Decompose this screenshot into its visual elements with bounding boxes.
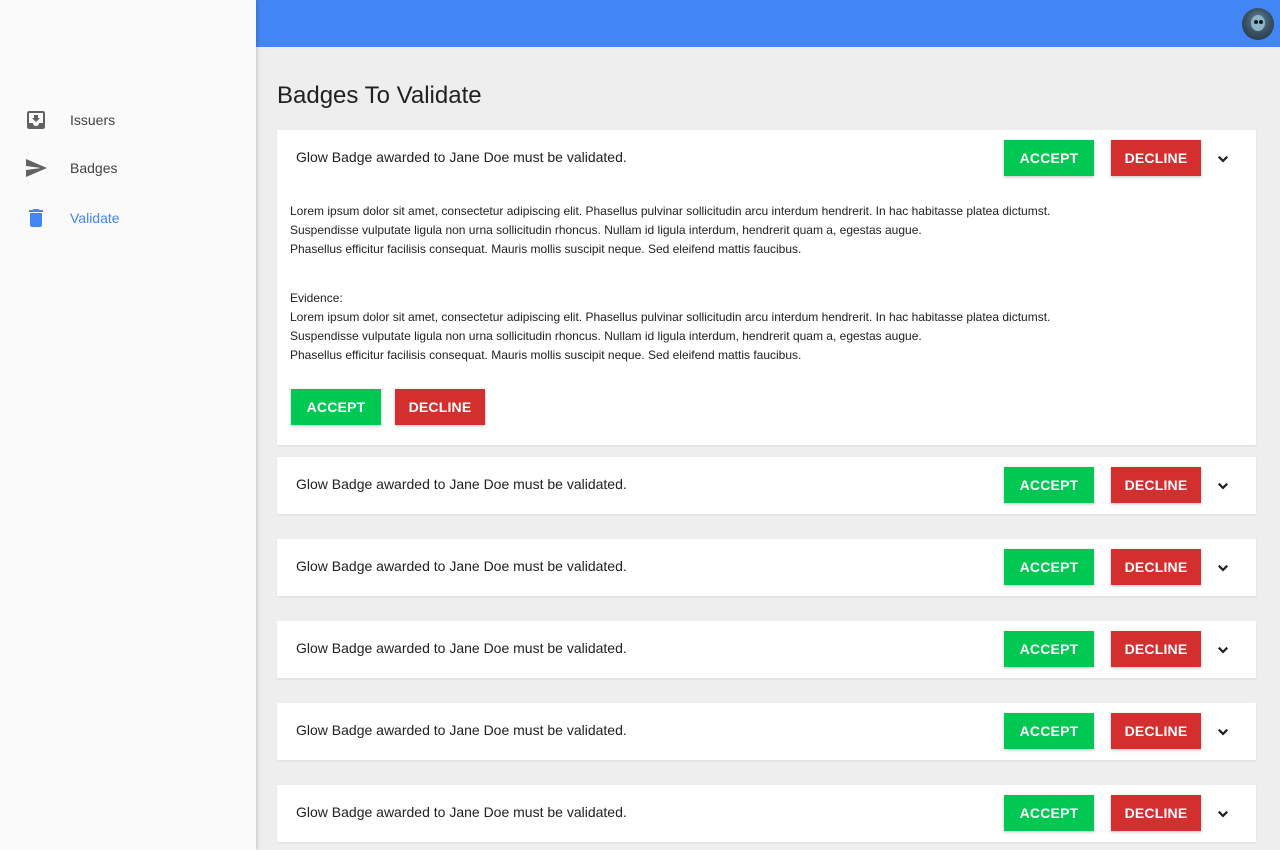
sidebar-item-badges[interactable]: Badges [0,144,256,192]
card-header[interactable]: Glow Badge awarded to Jane Doe must be v… [277,703,1256,760]
evidence-section: Evidence: Lorem ipsum dolor sit amet, co… [290,289,1243,365]
card-title: Glow Badge awarded to Jane Doe must be v… [296,640,627,656]
card-title: Glow Badge awarded to Jane Doe must be v… [296,722,627,738]
card-title: Glow Badge awarded to Jane Doe must be v… [296,804,627,820]
card-body-actions: ACCEPT DECLINE [290,389,1243,425]
chevron-down-icon[interactable] [1214,641,1232,659]
sidebar-item-validate[interactable]: Validate [0,194,256,242]
card-body: Lorem ipsum dolor sit amet, consectetur … [277,187,1256,445]
card-title: Glow Badge awarded to Jane Doe must be v… [296,476,627,492]
accept-button[interactable]: ACCEPT [1004,631,1094,667]
sidebar-item-issuers[interactable]: Issuers [0,96,256,144]
card-header[interactable]: Glow Badge awarded to Jane Doe must be v… [277,785,1256,842]
sidebar-item-label: Issuers [70,112,116,128]
sidebar-item-label: Validate [70,210,120,226]
card-header[interactable]: Glow Badge awarded to Jane Doe must be v… [277,621,1256,678]
decline-button[interactable]: DECLINE [1111,549,1201,585]
accept-button[interactable]: ACCEPT [1004,713,1094,749]
trash-icon [24,206,48,230]
chevron-down-icon[interactable] [1214,477,1232,495]
validation-card: Glow Badge awarded to Jane Doe must be v… [277,457,1256,514]
accept-button[interactable]: ACCEPT [1004,795,1094,831]
avatar-eye [1254,20,1258,24]
avatar-eye [1259,20,1263,24]
accept-button[interactable]: ACCEPT [1004,549,1094,585]
card-header[interactable]: Glow Badge awarded to Jane Doe must be v… [277,539,1256,596]
inbox-download-icon [24,108,48,132]
main-content: Badges To Validate Glow Badge awarded to… [277,47,1256,842]
top-app-bar [256,0,1280,47]
accept-button[interactable]: ACCEPT [1004,140,1094,176]
chevron-down-icon[interactable] [1214,150,1232,168]
card-title: Glow Badge awarded to Jane Doe must be v… [296,558,627,574]
card-header[interactable]: Glow Badge awarded to Jane Doe must be v… [277,130,1256,187]
decline-button[interactable]: DECLINE [1111,631,1201,667]
badge-description: Lorem ipsum dolor sit amet, consectetur … [290,204,1051,256]
sidebar-nav: Issuers Badges Validate [0,96,256,242]
card-title: Glow Badge awarded to Jane Doe must be v… [296,149,627,165]
decline-button[interactable]: DECLINE [1111,713,1201,749]
decline-button[interactable]: DECLINE [1111,795,1201,831]
validation-card: Glow Badge awarded to Jane Doe must be v… [277,130,1256,445]
validation-card: Glow Badge awarded to Jane Doe must be v… [277,621,1256,678]
decline-button[interactable]: DECLINE [1111,140,1201,176]
sidebar: Issuers Badges Validate [0,0,256,850]
decline-button[interactable]: DECLINE [395,389,485,425]
accept-button[interactable]: ACCEPT [291,389,381,425]
validation-card: Glow Badge awarded to Jane Doe must be v… [277,785,1256,842]
sidebar-item-label: Badges [70,160,118,176]
evidence-text: Lorem ipsum dolor sit amet, consectetur … [290,310,1051,362]
chevron-down-icon[interactable] [1214,805,1232,823]
decline-button[interactable]: DECLINE [1111,467,1201,503]
page-title: Badges To Validate [277,82,482,109]
chevron-down-icon[interactable] [1214,723,1232,741]
validation-card: Glow Badge awarded to Jane Doe must be v… [277,539,1256,596]
validation-card: Glow Badge awarded to Jane Doe must be v… [277,703,1256,760]
chevron-down-icon[interactable] [1214,559,1232,577]
evidence-label: Evidence: [290,291,343,305]
avatar[interactable] [1242,8,1274,40]
avatar-face [1251,15,1265,31]
card-header[interactable]: Glow Badge awarded to Jane Doe must be v… [277,457,1256,514]
send-icon [24,156,48,180]
accept-button[interactable]: ACCEPT [1004,467,1094,503]
